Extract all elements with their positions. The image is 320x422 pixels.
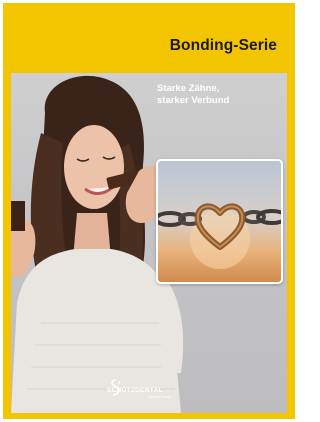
cover-photo: Starke Zähne, starker Verbund SCHÜTZ DEN… bbox=[11, 73, 287, 413]
bottom-band bbox=[3, 413, 295, 419]
title-band: Bonding-Serie bbox=[3, 3, 295, 72]
brand-subline: Medical Group bbox=[148, 395, 171, 399]
chain-heart-inset-image bbox=[156, 159, 283, 284]
brand-name-right: DENTAL bbox=[135, 386, 163, 394]
brochure-cover: Bonding-Serie Starke Zähne, starker Verb… bbox=[3, 3, 295, 419]
brand-mark-icon bbox=[111, 379, 120, 396]
chain-heart-illustration bbox=[158, 203, 281, 269]
series-title: Bonding-Serie bbox=[169, 37, 277, 54]
tagline-line-1: Starke Zähne, bbox=[157, 83, 220, 94]
tagline-line-2: starker Verbund bbox=[157, 95, 230, 106]
tagline: Starke Zähne, starker Verbund bbox=[157, 83, 287, 107]
